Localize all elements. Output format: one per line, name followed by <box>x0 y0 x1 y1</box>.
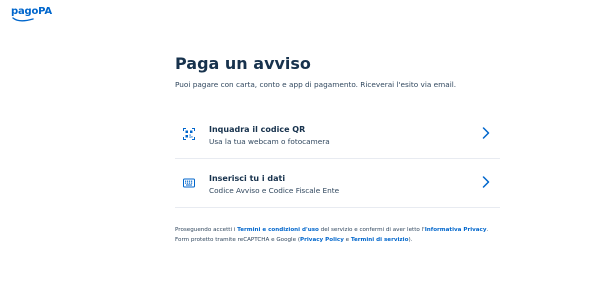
payment-options-list: Inquadra il codice QR Usa la tua webcam … <box>175 110 500 208</box>
chevron-right-icon <box>482 176 490 188</box>
footer-line-terms: Proseguendo accetti i Termini e condizio… <box>175 225 505 235</box>
logo-swoosh-icon <box>12 17 34 22</box>
footer-text: . <box>486 227 489 233</box>
option-description: Codice Avviso e Codice Fiscale Ente <box>209 186 340 195</box>
option-scan-qr[interactable]: Inquadra il codice QR Usa la tua webcam … <box>175 110 500 159</box>
option-description: Usa la tua webcam o fotocamera <box>209 137 330 146</box>
logo-text: pagoPA <box>11 6 52 17</box>
footer-line-recaptcha: Form protetto tramite reCAPTCHA e Google… <box>175 235 505 245</box>
pagopa-logo[interactable]: pagoPA <box>11 6 52 22</box>
footer-text: Proseguendo accetti i <box>175 227 238 233</box>
footer-text: e <box>343 237 351 243</box>
keyboard-icon <box>183 178 195 188</box>
option-manual-entry[interactable]: Inserisci tu i dati Codice Avviso e Codi… <box>175 159 500 208</box>
footer-text: Form protetto tramite reCAPTCHA e Google… <box>175 237 301 243</box>
page-subtitle: Puoi pagare con carta, conto e app di pa… <box>175 80 457 89</box>
footer-text: del servizio e confermi di aver letto l' <box>318 227 425 233</box>
terms-link[interactable]: Termini e condizioni d'uso <box>237 227 319 233</box>
footer-text: ). <box>408 237 413 243</box>
privacy-info-link[interactable]: Informativa Privacy <box>425 227 487 233</box>
page-title: Paga un avviso <box>175 54 311 73</box>
terms-of-service-link[interactable]: Termini di servizio <box>351 237 409 243</box>
main-content: Paga un avviso Puoi pagare con carta, co… <box>175 54 500 243</box>
option-title: Inserisci tu i dati <box>209 174 286 183</box>
option-title: Inquadra il codice QR <box>209 125 306 134</box>
legal-footer: Proseguendo accetti i Termini e condizio… <box>175 225 505 245</box>
qr-code-icon <box>183 128 195 140</box>
chevron-right-icon <box>482 127 490 139</box>
privacy-policy-link[interactable]: Privacy Policy <box>300 237 344 243</box>
